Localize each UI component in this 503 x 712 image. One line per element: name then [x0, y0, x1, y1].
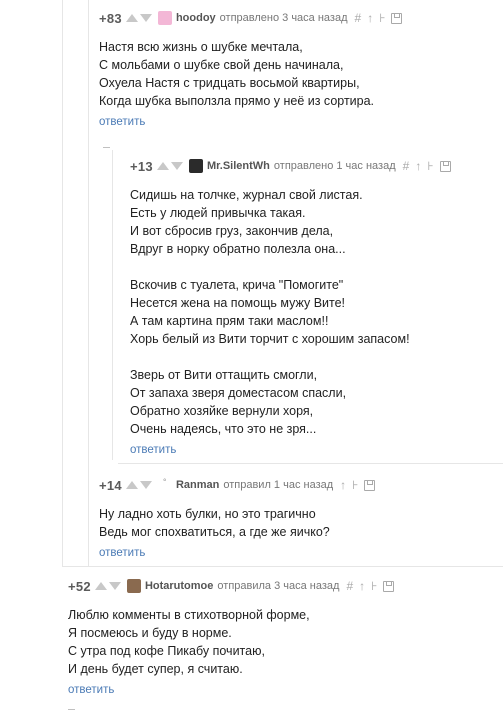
upvote-icon[interactable] — [156, 162, 169, 170]
upvote-icon[interactable] — [94, 582, 107, 590]
comment-line: Хорь белый из Вити торчит с хорошим запа… — [130, 332, 410, 346]
comment-rating: +52 — [68, 578, 91, 594]
comment-line: Очень надеясь, что это не зря... — [130, 422, 317, 436]
save-icon[interactable] — [383, 580, 395, 592]
comment-time[interactable]: отправила 3 часа назад — [217, 580, 339, 592]
link-icon[interactable]: # — [355, 11, 362, 25]
comment-line — [130, 348, 457, 366]
comment-line: Вскочив с туалета, крича "Помогите" — [130, 278, 344, 292]
reply-link[interactable]: ответить — [99, 547, 145, 559]
comment-line: Ну ладно хоть булки, но это трагично — [99, 507, 316, 521]
comment: +83 hoodoy отправлено 3 часа назад # ↑ ⊦… — [99, 9, 408, 130]
vote-controls — [156, 162, 185, 170]
comment-time[interactable]: отправлено 1 час назад — [274, 160, 396, 172]
branch-icon[interactable]: ⊦ — [379, 11, 385, 25]
comment-line: Есть у людей привычка такая. — [130, 206, 306, 220]
upvote-icon[interactable] — [125, 14, 138, 22]
comment-author[interactable]: Ranman — [176, 479, 219, 491]
branch-icon[interactable]: ⊦ — [371, 579, 377, 593]
avatar[interactable] — [126, 579, 141, 593]
downvote-icon[interactable] — [139, 14, 152, 22]
comment-line: Когда шубка выползла прямо у неё из сорт… — [99, 94, 375, 108]
comment-line: Несется жена на помощь мужу Вите! — [130, 296, 346, 310]
comment-line: С утра под кофе Пикабу почитаю, — [68, 644, 265, 658]
avatar[interactable]: ˚ — [157, 478, 172, 492]
comment-text: Сидишь на толчке, журнал свой листая. Ес… — [130, 186, 457, 438]
branch-icon[interactable]: ⊦ — [427, 159, 433, 173]
comment-author[interactable]: Mr.SilentWh — [207, 160, 270, 172]
avatar[interactable] — [157, 11, 172, 25]
avatar[interactable] — [188, 159, 203, 173]
vote-controls — [94, 582, 123, 590]
collapse-icon[interactable] — [68, 709, 75, 710]
comment-rating: +14 — [99, 477, 122, 493]
comment-line: И вот сбросив груз, закончив дела, — [130, 224, 334, 238]
link-icon[interactable]: # — [403, 159, 410, 173]
branch-icon[interactable]: ⊦ — [352, 478, 358, 492]
comment: +14 ˚ Ranman отправил 1 час назад ↑ ⊦ Ну… — [99, 476, 381, 561]
save-icon[interactable] — [391, 12, 403, 24]
save-icon[interactable] — [364, 479, 376, 491]
comment-line: Сидишь на толчке, журнал свой листая. — [130, 188, 363, 202]
vote-controls — [125, 14, 154, 22]
comment-actions: # ↑ ⊦ — [346, 579, 400, 593]
comment: +52 Hotarutomoe отправила 3 часа назад #… — [68, 577, 400, 698]
comment-header: +13 Mr.SilentWh отправлено 1 час назад #… — [130, 157, 457, 175]
parent-icon[interactable]: ↑ — [359, 579, 365, 593]
downvote-icon[interactable] — [139, 481, 152, 489]
comment-line: Ведь мог спохватиться, а где же яичко? — [99, 525, 330, 539]
divider — [62, 566, 503, 567]
comment-line: Я посмеюсь и буду в норме. — [68, 626, 232, 640]
comment-header: +14 ˚ Ranman отправил 1 час назад ↑ ⊦ — [99, 476, 381, 494]
reply-link[interactable]: ответить — [99, 116, 145, 128]
comment-actions: # ↑ ⊦ — [403, 159, 457, 173]
comment-line: Вдруг в норку обратно полезла она... — [130, 242, 346, 256]
comment-line: Обратно хозяйке вернули хоря, — [130, 404, 314, 418]
comment-header: +83 hoodoy отправлено 3 часа назад # ↑ ⊦ — [99, 9, 408, 27]
comment-line: Люблю комменты в стихотворной форме, — [68, 608, 310, 622]
comment-actions: ↑ ⊦ — [340, 478, 381, 492]
save-icon[interactable] — [439, 160, 451, 172]
comment-line: Зверь от Вити оттащить смогли, — [130, 368, 318, 382]
comment-line — [130, 258, 457, 276]
comment-line: С мольбами о шубке свой день начинала, — [99, 58, 344, 72]
parent-icon[interactable]: ↑ — [415, 159, 421, 173]
comment-line: Настя всю жизнь о шубке мечтала, — [99, 40, 303, 54]
comment-author[interactable]: Hotarutomoe — [145, 580, 213, 592]
downvote-icon[interactable] — [170, 162, 183, 170]
link-icon[interactable]: # — [346, 579, 353, 593]
comment-line: И день будет супер, я считаю. — [68, 662, 243, 676]
upvote-icon[interactable] — [125, 481, 138, 489]
comment-rating: +13 — [130, 158, 153, 174]
thread-line — [62, 0, 63, 566]
comment-text: Настя всю жизнь о шубке мечтала, С мольб… — [99, 38, 408, 110]
thread-line — [112, 150, 113, 460]
comment-time[interactable]: отправлено 3 часа назад — [220, 12, 348, 24]
comment-header: +52 Hotarutomoe отправила 3 часа назад #… — [68, 577, 400, 595]
downvote-icon[interactable] — [108, 582, 121, 590]
comment-rating: +83 — [99, 10, 122, 26]
comment-text: Люблю комменты в стихотворной форме, Я п… — [68, 606, 400, 678]
parent-icon[interactable]: ↑ — [367, 11, 373, 25]
reply-link[interactable]: ответить — [68, 684, 114, 696]
reply-link[interactable]: ответить — [130, 444, 176, 456]
comment-line: А там картина прям таки маслом!! — [130, 314, 329, 328]
thread-line — [88, 0, 89, 566]
collapse-icon[interactable] — [103, 147, 110, 148]
comment-author[interactable]: hoodoy — [176, 12, 216, 24]
comment: +13 Mr.SilentWh отправлено 1 час назад #… — [130, 157, 457, 458]
comment-time[interactable]: отправил 1 час назад — [223, 479, 333, 491]
comment-text: Ну ладно хоть булки, но это трагично Вед… — [99, 505, 381, 541]
divider — [118, 463, 503, 464]
comment-line: От запаха зверя доместасом спасли, — [130, 386, 347, 400]
parent-icon[interactable]: ↑ — [340, 478, 346, 492]
comment-actions: # ↑ ⊦ — [355, 11, 409, 25]
comment-line: Охуела Настя с тридцать восьмой квартиры… — [99, 76, 360, 90]
vote-controls — [125, 481, 154, 489]
